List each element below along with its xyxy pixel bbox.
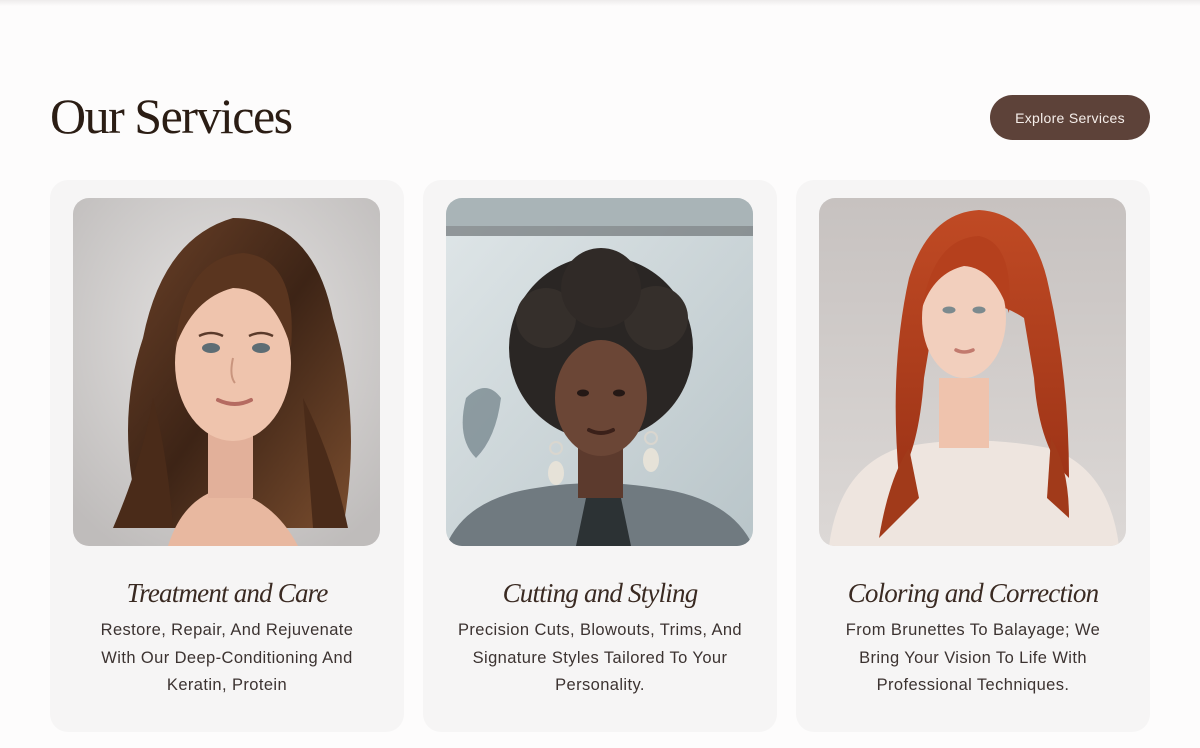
service-card-treatment[interactable]: Treatment and Care Restore, Repair, And … [50,180,404,732]
service-photo [819,198,1126,546]
service-title: Cutting and Styling [502,578,699,608]
service-card-coloring[interactable]: Coloring and Correction From Brunettes T… [796,180,1150,732]
section-title: Our Services [50,88,293,144]
service-photo [446,198,753,546]
service-title: Treatment and Care [126,578,328,608]
header-shadow [0,0,1200,6]
explore-services-button[interactable]: Explore Services [990,95,1150,140]
services-cards: Treatment and Care Restore, Repair, And … [50,180,1150,732]
service-description: Precision Cuts, Blowouts, Trims, And Sig… [458,621,742,694]
service-description: From Brunettes To Balayage; We Bring You… [845,621,1101,694]
services-page: Our Services Explore Services Treatment … [0,0,1200,748]
service-description: Restore, Repair, And Rejuvenate With Our… [100,621,354,694]
service-card-cutting[interactable]: Cutting and Styling Precision Cuts, Blow… [423,180,777,732]
service-title: Coloring and Correction [847,578,1099,608]
service-photo [73,198,380,546]
